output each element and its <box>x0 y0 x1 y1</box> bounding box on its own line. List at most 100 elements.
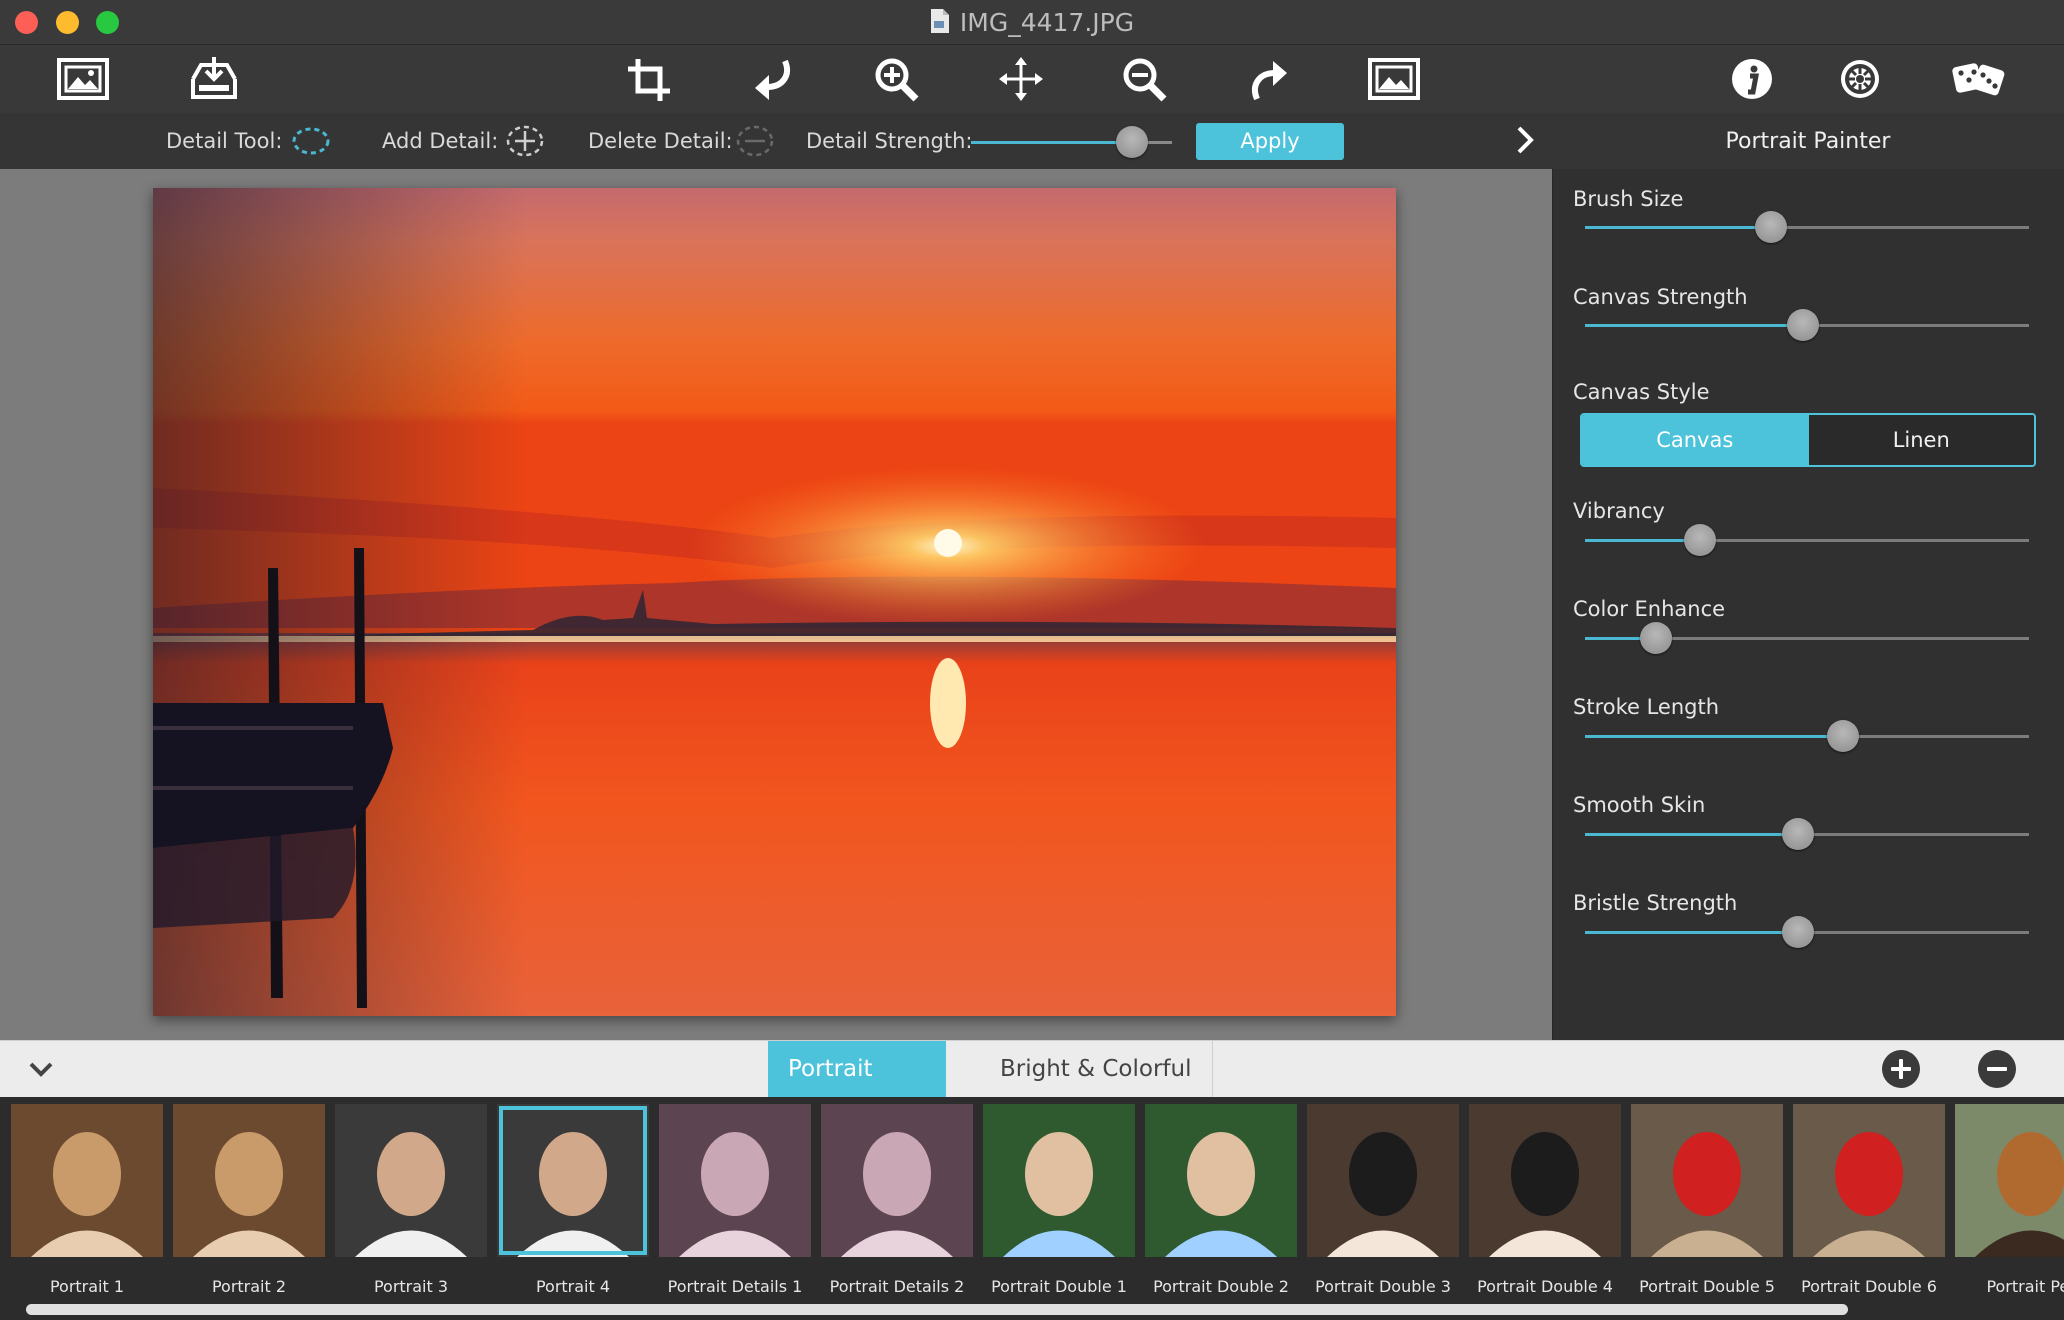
add-detail-icon[interactable] <box>505 123 545 159</box>
settings-icon <box>1841 60 1879 98</box>
random-dice-icon <box>1952 63 2005 96</box>
preset-thumbnail[interactable]: Portrait 4 <box>497 1104 649 1296</box>
preset-label: Portrait Double 6 <box>1801 1277 1937 1296</box>
panel-toggle-chevron-icon[interactable] <box>1510 122 1540 158</box>
preset-preview-image <box>1307 1104 1459 1257</box>
canvas-strength-slider[interactable] <box>1585 309 2029 341</box>
color-enhance-slider[interactable] <box>1585 622 2029 654</box>
slider-fill <box>1585 931 1798 934</box>
title-bar: IMG_4417.JPG <box>0 0 2064 45</box>
undo-button[interactable] <box>742 51 802 107</box>
smooth-skin-slider[interactable] <box>1585 818 2029 850</box>
slider-label: Brush Size <box>1573 187 1684 211</box>
redo-button[interactable] <box>1240 51 1300 107</box>
canvas-style-label: Canvas Style <box>1573 380 1710 404</box>
horizontal-scrollbar[interactable] <box>26 1304 1848 1315</box>
window-title: IMG_4417.JPG <box>959 8 1135 37</box>
painted-sunset-photo <box>153 188 1396 1016</box>
preset-preview-image <box>659 1104 811 1257</box>
zoom-out-icon <box>1123 58 1167 102</box>
tab-bright-colorful[interactable]: Bright & Colorful <box>980 1041 1213 1097</box>
preset-preview-image <box>11 1104 163 1257</box>
panel-header: Portrait Painter <box>1552 113 2064 169</box>
preset-thumbnail[interactable]: Portrait Double 1 <box>983 1104 1135 1296</box>
preset-label: Portrait 1 <box>49 1277 125 1296</box>
slider-label: Stroke Length <box>1573 695 1720 719</box>
slider-knob[interactable] <box>1640 622 1672 654</box>
preset-label: Portrait Double 3 <box>1315 1277 1451 1296</box>
add-preset-button[interactable] <box>1882 1050 1920 1088</box>
preset-label: Portrait Double 5 <box>1639 1277 1775 1296</box>
vibrancy-slider[interactable] <box>1585 524 2029 556</box>
slider-fill <box>1585 226 1771 229</box>
brush-size-slider[interactable] <box>1585 211 2029 243</box>
preset-preview-image <box>497 1104 649 1257</box>
random-button[interactable] <box>1948 51 2008 107</box>
stroke-length-slider[interactable] <box>1585 720 2029 752</box>
slider-fill <box>1585 735 1843 738</box>
info-button[interactable] <box>1722 51 1782 107</box>
save-button[interactable] <box>184 51 244 107</box>
settings-button[interactable] <box>1830 51 1890 107</box>
compare-button[interactable] <box>1364 51 1424 107</box>
preset-preview-image <box>1469 1104 1621 1257</box>
slider-knob[interactable] <box>1755 211 1787 243</box>
detail-strength-fill <box>971 141 1132 144</box>
zoom-in-icon <box>875 58 919 102</box>
canvas-style-option-canvas[interactable]: Canvas <box>1582 415 1808 465</box>
detail-strength-knob[interactable] <box>1116 126 1148 158</box>
bristle-strength-slider[interactable] <box>1585 916 2029 948</box>
preset-thumbnail[interactable]: Portrait Double 2 <box>1145 1104 1297 1296</box>
slider-knob[interactable] <box>1782 916 1814 948</box>
preset-category-bar: Portrait Painter Bright & Colorful <box>0 1040 2064 1138</box>
open-image-button[interactable] <box>53 51 113 107</box>
canvas-style-segmented-control: Canvas Linen <box>1580 413 2036 467</box>
undo-icon <box>755 59 790 100</box>
detail-options-bar: Detail Tool: Add Detail: Delete Detail: … <box>0 113 1552 169</box>
preset-thumbnail[interactable]: Portrait 1 <box>11 1104 163 1296</box>
tab-portrait-painter[interactable]: Portrait Painter <box>768 1041 946 1138</box>
preset-label: Portrait Pet <box>1986 1277 2064 1296</box>
slider-fill <box>1585 324 1803 327</box>
slider-knob[interactable] <box>1787 309 1819 341</box>
slider-fill <box>1585 833 1798 836</box>
preset-thumbnail[interactable]: Portrait Double 4 <box>1469 1104 1621 1296</box>
document-icon <box>930 8 950 40</box>
window-title-area: IMG_4417.JPG <box>0 8 2064 40</box>
preset-thumbnail[interactable]: Portrait Double 6 <box>1793 1104 1945 1296</box>
preset-thumbnail[interactable]: Portrait Pet <box>1955 1104 2064 1296</box>
preset-thumbnail-strip: Portrait 1 Portrait 2 Portrait 3 Portrait 4… <box>0 1097 2064 1320</box>
preset-thumbnail[interactable]: Portrait Double 3 <box>1307 1104 1459 1296</box>
preset-label: Portrait Details 1 <box>667 1277 803 1296</box>
detail-strength-slider[interactable] <box>971 126 1172 158</box>
detail-tool-icon[interactable] <box>291 125 331 157</box>
slider-knob[interactable] <box>1782 818 1814 850</box>
zoom-out-button[interactable] <box>1115 51 1175 107</box>
slider-knob[interactable] <box>1684 524 1716 556</box>
save-icon <box>191 57 237 99</box>
zoom-in-button[interactable] <box>867 51 927 107</box>
preset-thumbnail[interactable]: Portrait Details 2 <box>821 1104 973 1296</box>
preset-preview-image <box>821 1104 973 1257</box>
preset-label: Portrait Double 2 <box>1153 1277 1289 1296</box>
redo-icon <box>1252 61 1287 101</box>
apply-button[interactable]: Apply <box>1196 123 1344 160</box>
slider-label: Canvas Strength <box>1573 285 1748 309</box>
preset-label: Portrait 4 <box>535 1277 611 1296</box>
slider-knob[interactable] <box>1827 720 1859 752</box>
preset-thumbnail[interactable]: Portrait Details 1 <box>659 1104 811 1296</box>
remove-preset-button[interactable] <box>1978 1050 2016 1088</box>
delete-detail-icon[interactable] <box>735 123 775 159</box>
detail-strength-label: Detail Strength: <box>806 129 973 153</box>
slider-label: Color Enhance <box>1573 597 1726 621</box>
preset-thumbnail[interactable]: Portrait 3 <box>335 1104 487 1296</box>
crop-button[interactable] <box>619 51 679 107</box>
preset-thumbnail[interactable]: Portrait 2 <box>173 1104 325 1296</box>
info-icon <box>1732 59 1772 99</box>
chevron-down-icon[interactable] <box>26 1055 56 1083</box>
canvas-style-option-linen[interactable]: Linen <box>1807 415 2034 465</box>
pan-button[interactable] <box>991 51 1051 107</box>
preset-thumbnail[interactable]: Portrait Double 5 <box>1631 1104 1783 1296</box>
delete-detail-label: Delete Detail: <box>588 129 733 153</box>
preset-label: Portrait Double 4 <box>1477 1277 1613 1296</box>
